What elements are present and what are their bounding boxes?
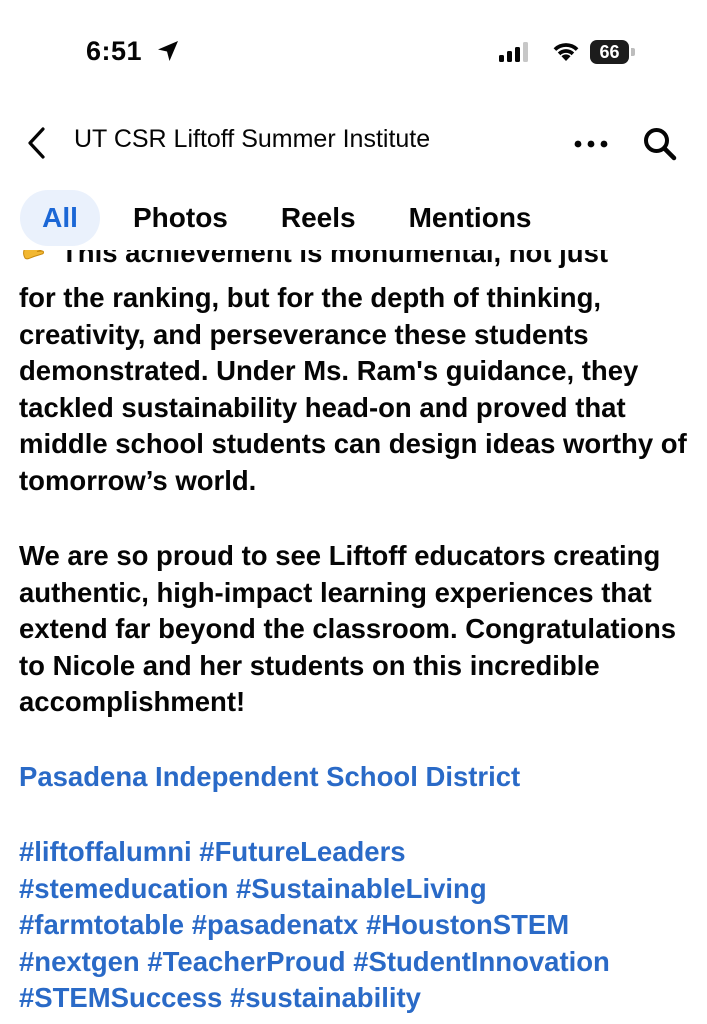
battery-level: 66	[599, 42, 620, 62]
location-arrow-icon	[158, 41, 178, 61]
tab-mentions[interactable]: Mentions	[389, 190, 552, 246]
more-options-icon[interactable]	[574, 140, 608, 148]
search-icon[interactable]	[642, 126, 678, 162]
hashtag-link[interactable]: #farmtotable	[19, 909, 184, 940]
hashtag-list: #liftoffalumni #FutureLeaders #stemeduca…	[19, 834, 707, 1017]
tab-all[interactable]: All	[20, 190, 100, 246]
hashtag-link[interactable]: #stemeducation	[19, 873, 228, 904]
hashtag-link[interactable]: #sustainability	[230, 982, 421, 1013]
battery-cap	[631, 48, 635, 56]
page-title: UT CSR Liftoff Summer Institute	[74, 125, 431, 153]
post-paragraph-2: We are so proud to see Liftoff educators…	[19, 540, 677, 717]
hashtag-link[interactable]: #nextgen	[19, 946, 140, 977]
tab-photos[interactable]: Photos	[113, 190, 248, 246]
filter-tabs: All Photos Reels Mentions	[20, 190, 565, 246]
battery-indicator: 66	[590, 40, 636, 64]
status-bar: 6:51 66	[0, 0, 707, 104]
cellular-signal-icon	[499, 42, 528, 62]
hashtag-link[interactable]: #liftoffalumni	[19, 836, 192, 867]
tab-reels[interactable]: Reels	[261, 190, 376, 246]
nav-header: UT CSR Liftoff Summer Institute	[0, 110, 707, 174]
mention-link[interactable]: Pasadena Independent School District	[19, 759, 520, 796]
hashtag-link[interactable]: #TeacherProud	[147, 946, 345, 977]
post-clipped-line: This achievement is monumental, not just	[19, 250, 699, 274]
clapping-hands-icon	[23, 250, 44, 260]
post-clipped-text: This achievement is monumental, not just	[61, 250, 609, 268]
hashtag-link[interactable]: #SustainableLiving	[236, 873, 487, 904]
hashtag-link[interactable]: #STEMSuccess	[19, 982, 222, 1013]
status-time: 6:51	[86, 36, 143, 66]
hashtag-link[interactable]: #StudentInnovation	[353, 946, 610, 977]
hashtag-link[interactable]: #HoustonSTEM	[366, 909, 569, 940]
wifi-icon	[553, 43, 579, 61]
post-paragraph-1: for the ranking, but for the depth of th…	[19, 282, 687, 496]
hashtag-link[interactable]: #FutureLeaders	[199, 836, 405, 867]
hashtag-link[interactable]: #pasadenatx	[192, 909, 359, 940]
back-chevron-icon[interactable]	[26, 126, 48, 160]
